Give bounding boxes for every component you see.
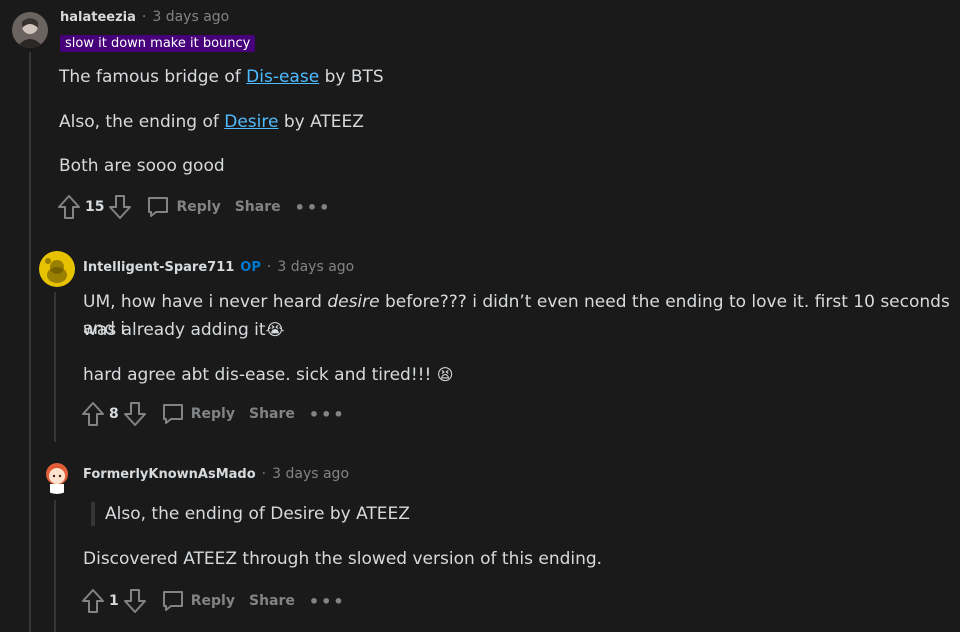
downvote-icon[interactable] xyxy=(123,401,147,427)
thread-line-reply[interactable] xyxy=(54,292,56,442)
paragraph-text: Also, the ending of xyxy=(59,112,225,132)
share-label: Share xyxy=(248,406,295,422)
avatar[interactable] xyxy=(12,12,48,48)
thread-line-nested[interactable] xyxy=(54,500,56,632)
comment-actions: 1 Reply Share ••• xyxy=(81,588,346,614)
comment-actions: 15 Reply Share ••• xyxy=(57,194,331,220)
vote-count: 1 xyxy=(109,593,119,609)
italic-text: desire xyxy=(327,292,380,312)
link-dis-ease[interactable]: Dis-ease xyxy=(246,67,319,87)
username[interactable]: Intelligent-Spare711 xyxy=(83,260,234,275)
paragraph-text: hard agree abt dis-ease. sick and tired!… xyxy=(83,365,432,385)
downvote-icon[interactable] xyxy=(108,194,132,220)
tired-face-emoji: 😫 xyxy=(436,365,454,384)
paragraph-text: by BTS xyxy=(319,67,384,87)
reply-button[interactable]: Reply xyxy=(161,589,235,613)
quote-text: Also, the ending of Desire by ATEEZ xyxy=(105,504,410,524)
paragraph-text: Discovered ATEEZ through the slowed vers… xyxy=(83,549,603,569)
comment-paragraph: was already adding it😭 xyxy=(83,316,284,344)
downvote-icon[interactable] xyxy=(123,588,147,614)
upvote-icon[interactable] xyxy=(81,401,105,427)
comment-icon xyxy=(162,404,183,424)
user-flair: slow it down make it bouncy xyxy=(60,35,256,52)
avatar[interactable] xyxy=(39,458,75,494)
avatar[interactable] xyxy=(39,251,75,287)
comment-paragraph: Both are sooo good xyxy=(59,153,225,180)
timestamp[interactable]: 3 days ago xyxy=(152,9,229,25)
comment-paragraph: hard agree abt dis-ease. sick and tired!… xyxy=(83,361,453,389)
link-desire[interactable]: Desire xyxy=(224,112,278,132)
blockquote: Also, the ending of Desire by ATEEZ xyxy=(91,502,410,526)
more-options-icon[interactable]: ••• xyxy=(309,405,346,424)
paragraph-text: Both are sooo good xyxy=(59,156,225,176)
paragraph-text: was already adding it xyxy=(83,320,266,340)
reply-button[interactable]: Reply xyxy=(161,402,235,426)
reply-label: Reply xyxy=(190,593,235,609)
comment-icon xyxy=(148,197,169,217)
comment-icon xyxy=(162,591,183,611)
separator-dot: · xyxy=(261,466,267,482)
snoo-avatar-image xyxy=(39,251,75,287)
reply-label: Reply xyxy=(190,406,235,422)
share-button[interactable]: Share xyxy=(249,406,295,422)
share-button[interactable]: Share xyxy=(235,199,281,215)
timestamp[interactable]: 3 days ago xyxy=(277,259,354,275)
thread-line-root[interactable] xyxy=(29,52,31,632)
paragraph-text: The famous bridge of xyxy=(59,67,247,87)
separator-dot: · xyxy=(141,9,147,25)
avatar-image xyxy=(12,12,48,48)
timestamp[interactable]: 3 days ago xyxy=(272,466,349,482)
vote-count: 15 xyxy=(85,199,105,215)
upvote-icon[interactable] xyxy=(57,194,81,220)
crying-face-emoji: 😭 xyxy=(265,320,285,339)
anime-avatar-image xyxy=(39,458,75,494)
reply-label: Reply xyxy=(176,199,221,215)
paragraph-text: by ATEEZ xyxy=(278,112,364,132)
username[interactable]: FormerlyKnownAsMado xyxy=(83,467,256,482)
upvote-icon[interactable] xyxy=(81,588,105,614)
reply-button[interactable]: Reply xyxy=(146,195,221,219)
comment-paragraph: Also, the ending of Desire by ATEEZ xyxy=(59,109,364,136)
paragraph-text: UM, how have i never heard xyxy=(83,292,328,312)
username[interactable]: halateezia xyxy=(60,10,136,25)
separator-dot: · xyxy=(266,259,272,275)
op-badge: OP xyxy=(240,259,261,275)
share-label: Share xyxy=(248,593,295,609)
vote-count: 8 xyxy=(109,406,119,422)
more-options-icon[interactable]: ••• xyxy=(309,592,346,611)
comment-paragraph: The famous bridge of Dis-ease by BTS xyxy=(59,64,384,91)
share-button[interactable]: Share xyxy=(249,593,295,609)
comment-actions: 8 Reply Share ••• xyxy=(81,401,346,427)
comment-paragraph: Discovered ATEEZ through the slowed vers… xyxy=(83,546,602,573)
more-options-icon[interactable]: ••• xyxy=(295,198,332,217)
share-label: Share xyxy=(234,199,281,215)
